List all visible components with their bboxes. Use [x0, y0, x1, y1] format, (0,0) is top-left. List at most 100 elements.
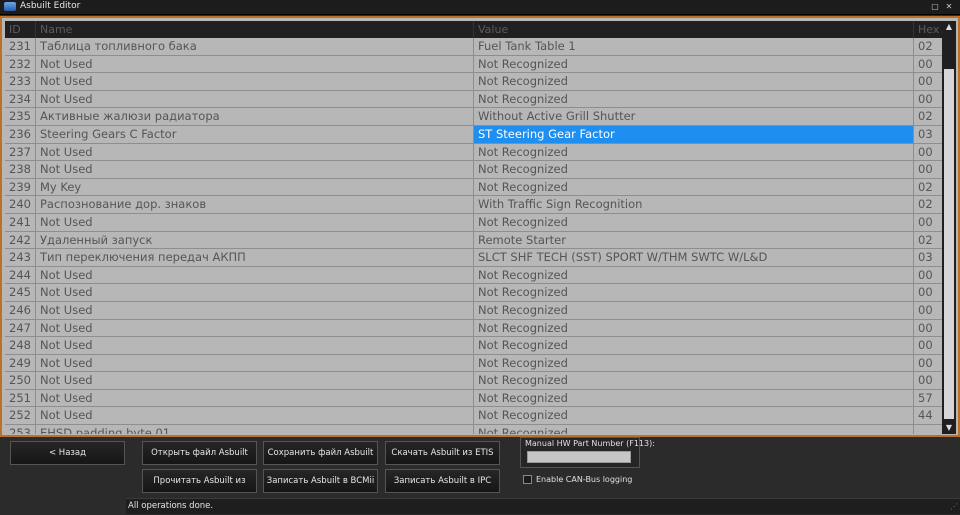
cell-id[interactable]: 250 — [5, 372, 36, 390]
back-button[interactable]: < Назад — [10, 441, 125, 465]
cell-name[interactable]: Not Used — [36, 55, 474, 74]
cell-name[interactable]: Not Used — [36, 73, 474, 91]
download-etis-button[interactable]: Скачать Asbuilt из ETIS — [385, 441, 500, 465]
table-row[interactable]: 251 Not Used Not Recognized 57 — [5, 389, 943, 408]
cell-value[interactable]: Not Recognized — [474, 266, 914, 285]
cell-name[interactable]: My Key — [36, 178, 474, 197]
cell-value[interactable]: Not Recognized — [474, 389, 914, 408]
cell-name[interactable]: Not Used — [36, 266, 474, 285]
cell-value[interactable]: With Traffic Sign Recognition — [474, 196, 914, 214]
cell-name[interactable]: EHSD padding byte 01 — [36, 425, 474, 434]
table-row[interactable]: 234 Not Used Not Recognized 00 — [5, 90, 943, 109]
column-header-id[interactable]: ID — [5, 21, 36, 38]
table-row[interactable]: 252 Not Used Not Recognized 44 — [5, 407, 943, 426]
cell-hex[interactable]: 00 — [914, 213, 943, 232]
save-file-button[interactable]: Сохранить файл Asbuilt — [263, 441, 378, 465]
cell-hex[interactable]: 02 — [914, 108, 943, 126]
cell-id[interactable]: 252 — [5, 407, 36, 426]
cell-value[interactable]: Remote Starter — [474, 231, 914, 250]
table-row[interactable]: 238 Not Used Not Recognized 00 — [5, 161, 943, 179]
table-row[interactable]: 233 Not Used Not Recognized 00 — [5, 73, 943, 91]
cell-name[interactable]: Not Used — [36, 337, 474, 355]
cell-id[interactable]: 249 — [5, 354, 36, 373]
cell-name[interactable]: Not Used — [36, 389, 474, 408]
cell-value[interactable]: Not Recognized — [474, 425, 914, 434]
cell-id[interactable]: 242 — [5, 231, 36, 250]
cell-value[interactable]: Fuel Tank Table 1 — [474, 38, 914, 56]
cell-value[interactable]: Without Active Grill Shutter — [474, 108, 914, 126]
cell-id[interactable]: 234 — [5, 90, 36, 109]
column-header-name[interactable]: Name — [36, 21, 474, 38]
table-row[interactable]: 231 Таблица топливного бака Fuel Tank Tabl… — [5, 38, 943, 56]
cell-value[interactable]: Not Recognized — [474, 143, 914, 162]
canbus-logging-checkbox[interactable] — [523, 475, 532, 484]
hw-part-input[interactable] — [527, 451, 631, 463]
cell-hex[interactable]: 02 — [914, 231, 943, 250]
cell-id[interactable]: 233 — [5, 73, 36, 91]
cell-hex[interactable]: 03 — [914, 125, 943, 144]
table-row[interactable]: 250 Not Used Not Recognized 00 — [5, 372, 943, 390]
table-row[interactable]: 245 Not Used Not Recognized 00 — [5, 284, 943, 302]
cell-value[interactable]: Not Recognized — [474, 178, 914, 197]
table-row[interactable]: 240 Распознование дор. знаков With Traffic… — [5, 196, 943, 214]
table-row[interactable]: 239 My Key Not Recognized 02 — [5, 178, 943, 197]
cell-hex[interactable]: 03 — [914, 249, 943, 267]
cell-value[interactable]: Not Recognized — [474, 319, 914, 338]
cell-value[interactable]: ST Steering Gear Factor — [474, 125, 914, 144]
cell-value[interactable]: Not Recognized — [474, 407, 914, 426]
cell-name[interactable]: Тип переключения передач АКПП — [36, 249, 474, 267]
column-header-value[interactable]: Value — [474, 21, 914, 38]
cell-hex[interactable]: 44 — [914, 407, 943, 426]
cell-value[interactable]: Not Recognized — [474, 301, 914, 320]
write-bcm-button[interactable]: Записать Asbuilt в BCMii — [263, 469, 378, 493]
table-row[interactable]: 235 Активные жалюзи радиатора Without Acti… — [5, 108, 943, 126]
cell-hex[interactable]: 00 — [914, 266, 943, 285]
cell-hex[interactable]: 57 — [914, 389, 943, 408]
resize-grip-icon[interactable]: ⋰ — [950, 502, 958, 511]
cell-id[interactable]: 236 — [5, 125, 36, 144]
cell-id[interactable]: 243 — [5, 249, 36, 267]
cell-id[interactable]: 247 — [5, 319, 36, 338]
cell-hex[interactable]: 00 — [914, 284, 943, 302]
cell-hex[interactable]: 00 — [914, 55, 943, 74]
cell-value[interactable]: SLCT SHF TECH (SST) SPORT W/THM SWTC W/L… — [474, 249, 914, 267]
scroll-up-icon[interactable]: ▲ — [942, 21, 956, 33]
cell-id[interactable]: 246 — [5, 301, 36, 320]
cell-hex[interactable]: 00 — [914, 143, 943, 162]
cell-name[interactable]: Not Used — [36, 372, 474, 390]
cell-hex[interactable]: 00 — [914, 73, 943, 91]
column-header-hex[interactable]: Hex — [914, 21, 943, 38]
cell-id[interactable]: 239 — [5, 178, 36, 197]
cell-hex[interactable]: 00 — [914, 301, 943, 320]
cell-id[interactable]: 251 — [5, 389, 36, 408]
cell-name[interactable]: Not Used — [36, 143, 474, 162]
maximize-icon[interactable]: ▢ — [930, 2, 940, 12]
write-ipc-button[interactable]: Записать Asbuilt в IPC — [385, 469, 500, 493]
table-row[interactable]: 243 Тип переключения передач АКПП SLCT SHF… — [5, 249, 943, 267]
table-row[interactable]: 244 Not Used Not Recognized 00 — [5, 266, 943, 285]
table-row[interactable]: 241 Not Used Not Recognized 00 — [5, 213, 943, 232]
cell-name[interactable]: Not Used — [36, 90, 474, 109]
open-file-button[interactable]: Открыть файл Asbuilt — [142, 441, 257, 465]
table-row[interactable]: 247 Not Used Not Recognized 00 — [5, 319, 943, 338]
cell-id[interactable]: 253 — [5, 425, 36, 434]
read-bcm-button[interactable]: Прочитать Asbuilt из BCMii — [142, 469, 257, 508]
cell-value[interactable]: Not Recognized — [474, 284, 914, 302]
cell-hex[interactable]: 00 — [914, 372, 943, 390]
cell-value[interactable]: Not Recognized — [474, 354, 914, 373]
vertical-scrollbar[interactable]: ▲ ▼ — [942, 21, 956, 434]
cell-id[interactable]: 245 — [5, 284, 36, 302]
cell-value[interactable]: Not Recognized — [474, 161, 914, 179]
cell-id[interactable]: 235 — [5, 108, 36, 126]
cell-name[interactable]: Not Used — [36, 161, 474, 179]
scroll-thumb[interactable] — [944, 69, 954, 419]
cell-name[interactable]: Not Used — [36, 301, 474, 320]
cell-value[interactable]: Not Recognized — [474, 90, 914, 109]
scroll-down-icon[interactable]: ▼ — [942, 422, 956, 434]
cell-hex[interactable] — [914, 425, 943, 434]
cell-hex[interactable]: 02 — [914, 178, 943, 197]
table-row[interactable]: 237 Not Used Not Recognized 00 — [5, 143, 943, 162]
cell-name[interactable]: Steering Gears C Factor — [36, 125, 474, 144]
cell-name[interactable]: Not Used — [36, 284, 474, 302]
cell-hex[interactable]: 00 — [914, 319, 943, 338]
